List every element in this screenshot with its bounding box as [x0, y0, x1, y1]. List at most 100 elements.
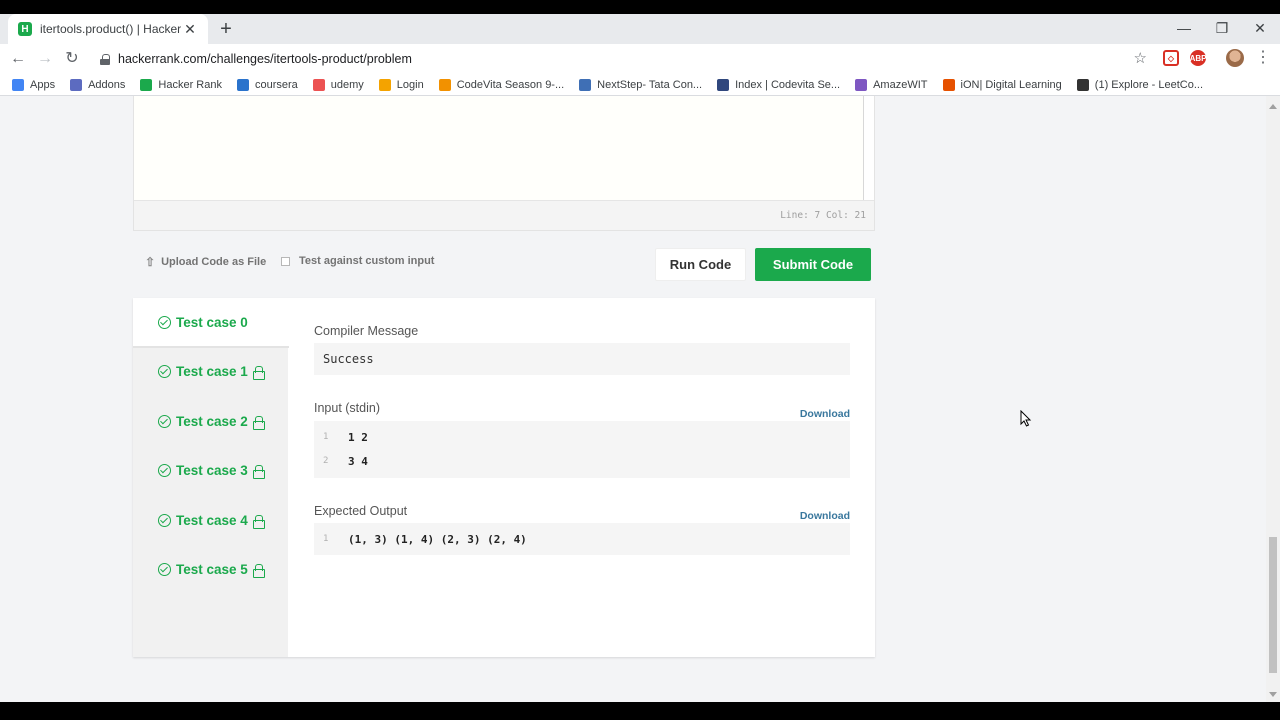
browser-tab[interactable]: H itertools.product() | HackerRank ✕ — [8, 14, 208, 44]
bookmark-item[interactable]: iON| Digital Learning — [942, 78, 1062, 91]
browser-menu-icon[interactable]: ⋮ — [1255, 47, 1271, 67]
bookmark-label: NextStep- Tata Con... — [597, 78, 703, 91]
bookmark-item[interactable]: (1) Explore - LeetCo... — [1076, 78, 1204, 91]
input-line: 1 1 2 — [314, 425, 850, 449]
input-label: Input (stdin) — [314, 401, 381, 415]
nextstep-icon — [579, 78, 592, 91]
editor-status-bar: Line: 7 Col: 21 — [134, 200, 874, 230]
custom-input-label: Test against custom input — [299, 255, 435, 267]
compiler-message-text: Success — [323, 352, 374, 366]
close-window-icon[interactable]: ✕ — [1241, 14, 1279, 42]
bookmark-label: udemy — [330, 78, 364, 91]
input-box: 1 1 2 2 3 4 — [314, 421, 850, 478]
lock-icon — [252, 415, 265, 430]
scroll-down-arrow-icon[interactable] — [1269, 692, 1277, 697]
lock-icon — [252, 564, 265, 578]
lock-icon — [252, 514, 265, 529]
expected-download-link[interactable]: Download — [800, 510, 850, 522]
scroll-up-arrow-icon[interactable] — [1269, 104, 1277, 109]
compiler-message-box: Success — [314, 343, 850, 375]
minimize-window-icon[interactable]: — — [1165, 14, 1203, 42]
bookmark-item[interactable]: Index | Codevita Se... — [717, 78, 841, 91]
tab-test-case-4[interactable]: Test case 4 — [133, 496, 288, 545]
pocket-extension-icon[interactable]: ◇ — [1163, 50, 1179, 66]
new-tab-plus-icon[interactable]: + — [216, 18, 236, 40]
check-circle-icon — [158, 414, 171, 428]
bookmark-item[interactable]: AmazeWIT — [855, 78, 928, 91]
test-case-detail: Compiler Message Success Input (stdin) D… — [314, 298, 850, 657]
test-case-label: Test case 5 — [176, 562, 248, 577]
bookmark-item[interactable]: NextStep- Tata Con... — [579, 78, 703, 91]
profile-avatar[interactable] — [1226, 49, 1244, 67]
expected-line: 1 (1, 3) (1, 4) (2, 3) (2, 4) — [314, 527, 850, 551]
bookmarks-bar: Apps Addons Hacker Rank coursera udemy Login C… — [0, 74, 1280, 96]
bookmark-item[interactable]: Apps — [12, 78, 56, 91]
reload-icon[interactable]: ↻ — [61, 48, 83, 70]
index-icon — [717, 78, 730, 91]
line-number: 2 — [323, 456, 329, 466]
page-content: Line: 7 Col: 21 ⇧ Upload Code as File Te… — [0, 96, 1266, 702]
input-download-link[interactable]: Download — [800, 408, 850, 420]
bookmark-label: Apps — [30, 78, 56, 91]
leetcode-icon — [1076, 78, 1089, 91]
upload-code-link[interactable]: ⇧ Upload Code as File — [145, 255, 266, 269]
bookmark-item[interactable]: Addons — [70, 78, 125, 91]
adblock-extension-icon[interactable]: ABP — [1190, 50, 1206, 66]
bookmark-item[interactable]: Login — [378, 78, 424, 91]
udemy-icon — [312, 78, 325, 91]
coursera-icon — [236, 78, 249, 91]
line-number: 1 — [323, 432, 329, 442]
lock-icon — [252, 366, 265, 381]
test-case-label: Test case 2 — [176, 413, 248, 429]
bookmark-label: Index | Codevita Se... — [735, 78, 841, 91]
close-tab-icon[interactable]: ✕ — [182, 21, 198, 38]
back-arrow-icon[interactable]: ← — [7, 48, 29, 70]
tab-test-case-1[interactable]: Test case 1 — [133, 347, 288, 396]
address-bar[interactable]: hackerrank.com/challenges/itertools-prod… — [90, 47, 1155, 71]
tab-title: itertools.product() | HackerRank — [40, 22, 182, 36]
bookmark-label: coursera — [254, 78, 298, 91]
bookmark-item[interactable]: coursera — [236, 78, 298, 91]
hackerrank-favicon-icon: H — [18, 22, 32, 36]
page-scrollbar[interactable] — [1266, 96, 1280, 702]
code-editor[interactable]: Line: 7 Col: 21 — [133, 96, 875, 231]
line-text: (1, 3) (1, 4) (2, 3) (2, 4) — [348, 532, 527, 546]
line-text: 3 4 — [348, 454, 368, 468]
forward-arrow-icon[interactable]: → — [34, 48, 56, 70]
check-circle-icon — [158, 513, 171, 527]
scroll-thumb[interactable] — [1269, 537, 1277, 673]
line-col-indicator: Line: 7 Col: 21 — [780, 210, 866, 221]
bookmark-item[interactable]: udemy — [312, 78, 364, 91]
bookmark-label: (1) Explore - LeetCo... — [1094, 78, 1204, 91]
bookmark-label: iON| Digital Learning — [960, 78, 1062, 91]
tab-test-case-3[interactable]: Test case 3 — [133, 446, 288, 495]
bookmark-item[interactable]: Hacker Rank — [140, 78, 222, 91]
test-case-label: Test case 4 — [176, 512, 248, 528]
input-line: 2 3 4 — [314, 449, 850, 473]
code-area[interactable] — [134, 96, 864, 200]
lock-icon — [252, 465, 265, 480]
line-text: 1 2 — [348, 430, 368, 444]
bookmark-label: AmazeWIT — [873, 78, 928, 91]
run-code-button[interactable]: Run Code — [655, 248, 746, 281]
bookmark-label: Hacker Rank — [158, 78, 222, 91]
submit-code-button[interactable]: Submit Code — [755, 248, 871, 281]
check-circle-icon — [158, 315, 171, 329]
restore-window-icon[interactable]: ❐ — [1203, 14, 1241, 42]
expected-output-box: 1 (1, 3) (1, 4) (2, 3) (2, 4) — [314, 523, 850, 555]
codevita-icon — [438, 78, 451, 91]
bookmark-item[interactable]: CodeVita Season 9-... — [438, 78, 564, 91]
line-number: 1 — [323, 534, 329, 544]
addons-icon — [70, 78, 83, 91]
tab-test-case-5[interactable]: Test case 5 — [133, 545, 288, 594]
test-case-list: Test case 0 Test case 1 Test case 2 Test ca… — [133, 298, 289, 657]
tab-test-case-2[interactable]: Test case 2 — [133, 397, 288, 446]
custom-input-toggle[interactable]: Test against custom input — [281, 255, 434, 267]
custom-input-checkbox[interactable] — [281, 256, 290, 266]
url-host: hackerrank.com — [118, 52, 207, 66]
check-circle-icon — [158, 464, 171, 478]
tab-test-case-0[interactable]: Test case 0 — [133, 298, 289, 348]
tab-strip: H itertools.product() | HackerRank ✕ + —… — [0, 0, 1280, 44]
amazewit-icon — [855, 78, 868, 91]
bookmark-star-icon[interactable]: ☆ — [1134, 49, 1147, 67]
